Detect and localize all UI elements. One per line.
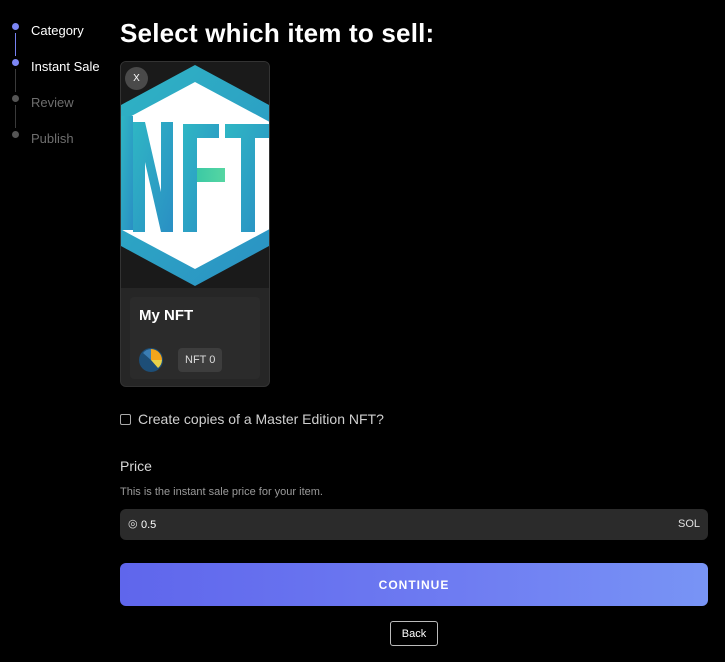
step-instant-sale[interactable]: Instant Sale — [31, 59, 100, 74]
step-dot-category — [12, 23, 19, 30]
master-edition-label: Create copies of a Master Edition NFT? — [138, 411, 384, 427]
back-button[interactable]: Back — [390, 621, 438, 646]
step-dot-instant-sale — [12, 59, 19, 66]
step-category[interactable]: Category — [31, 23, 84, 38]
price-input[interactable] — [139, 514, 661, 535]
currency-label: SOL — [677, 518, 700, 530]
step-review[interactable]: Review — [31, 95, 74, 110]
page-title: Select which item to sell: — [120, 18, 435, 48]
step-connector — [15, 69, 16, 92]
nft-edition-badge: NFT 0 — [178, 348, 223, 372]
continue-button[interactable]: CONTINUE — [120, 563, 708, 606]
master-edition-checkbox[interactable] — [120, 413, 131, 425]
step-dot-review — [12, 95, 19, 102]
price-field[interactable]: ◎ SOL — [120, 509, 708, 540]
remove-item-button[interactable]: X — [125, 67, 148, 90]
sol-symbol-icon: ◎ — [128, 518, 138, 530]
nft-card[interactable]: X My NFT NFT 0 — [120, 61, 270, 387]
nft-hexagon-logo-icon: X — [121, 62, 269, 288]
steps-sidebar: Category Instant Sale Review Publish — [0, 0, 110, 160]
master-edition-option[interactable]: Create copies of a Master Edition NFT? — [120, 410, 384, 428]
step-connector — [15, 105, 16, 128]
step-dot-publish — [12, 131, 19, 138]
nft-name: My NFT — [139, 307, 194, 324]
nft-info-panel: My NFT NFT 0 — [130, 297, 260, 379]
price-help-text: This is the instant sale price for your … — [120, 486, 323, 498]
price-heading: Price — [120, 458, 152, 474]
step-publish[interactable]: Publish — [31, 131, 74, 146]
creator-avatar[interactable] — [139, 348, 163, 372]
step-connector — [15, 33, 16, 56]
